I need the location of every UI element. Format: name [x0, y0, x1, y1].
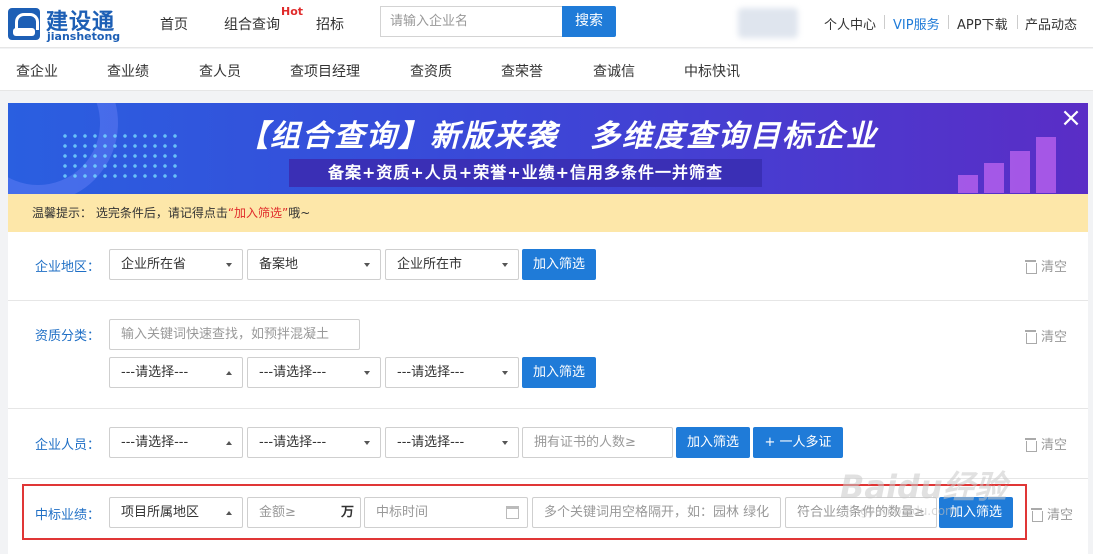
subnav-performance[interactable]: 查业绩: [107, 61, 149, 81]
qualification-select-3-value: ---请选择---: [397, 365, 465, 380]
clear-label: 清空: [1047, 508, 1074, 523]
watermark-url: jingyan.baidu.com: [846, 504, 957, 518]
logo-icon: [8, 8, 40, 40]
chevron-up-icon: [226, 441, 232, 445]
chevron-down-icon: [364, 441, 370, 445]
top-header: 建设通 jianshetong 首页 组合查询 Hot 招标 请输入企业名 搜索…: [0, 0, 1093, 48]
certificate-count-input[interactable]: 拥有证书的人数≥: [522, 427, 673, 458]
watermark: Baidu经验: [840, 468, 1007, 506]
city-select[interactable]: 企业所在市: [385, 249, 519, 280]
link-app-download[interactable]: APP下载: [957, 14, 1008, 33]
qualification-select-3[interactable]: ---请选择---: [385, 357, 519, 388]
province-select[interactable]: 企业所在省: [109, 249, 243, 280]
personnel-select-1-value: ---请选择---: [121, 435, 189, 450]
clear-label: 清空: [1041, 330, 1068, 345]
link-product-news[interactable]: 产品动态: [1025, 14, 1077, 33]
multi-certificate-button[interactable]: + 一人多证: [753, 427, 843, 458]
nav-bidding[interactable]: 招标: [316, 14, 344, 34]
personnel-select-3-value: ---请选择---: [397, 435, 465, 450]
decorative-bars: [958, 133, 1068, 193]
divider: [948, 15, 949, 29]
chevron-down-icon: [502, 441, 508, 445]
add-filter-button[interactable]: 加入筛选: [522, 357, 596, 388]
decorative-bar: [1036, 137, 1056, 193]
qualification-select-2-value: ---请选择---: [259, 365, 327, 380]
secondary-nav: 查企业 查业绩 查人员 查项目经理 查资质 查荣誉 查诚信 中标快讯: [0, 49, 1093, 91]
city-select-value: 企业所在市: [397, 257, 463, 272]
link-vip-service[interactable]: VIP服务: [893, 14, 940, 33]
banner-title: 【组合查询】新版来袭 多维度查询目标企业: [238, 119, 878, 154]
close-icon[interactable]: ×: [1059, 105, 1083, 131]
province-select-value: 企业所在省: [121, 257, 187, 272]
trash-icon: [1025, 330, 1037, 344]
decorative-dots: [60, 131, 180, 179]
add-filter-button[interactable]: 加入筛选: [522, 249, 596, 280]
qualification-label: 资质分类：: [35, 329, 101, 344]
chevron-down-icon: [364, 263, 370, 267]
clear-label: 清空: [1041, 438, 1068, 453]
region-label: 企业地区：: [35, 260, 101, 275]
decorative-bar: [958, 175, 978, 193]
promo-banner[interactable]: 【组合查询】新版来袭 多维度查询目标企业 备案+资质+人员+荣誉+业绩+信用多条…: [8, 103, 1088, 194]
subnav-credit[interactable]: 查诚信: [593, 61, 635, 81]
registration-select-value: 备案地: [259, 257, 299, 272]
subnav-honors[interactable]: 查荣誉: [501, 61, 543, 81]
qualification-select-1[interactable]: ---请选择---: [109, 357, 243, 388]
subnav-companies[interactable]: 查企业: [16, 61, 58, 81]
personnel-select-1[interactable]: ---请选择---: [109, 427, 243, 458]
user-avatar[interactable]: [738, 8, 798, 38]
chevron-down-icon: [226, 263, 232, 267]
clear-button[interactable]: 清空: [1031, 504, 1073, 523]
trash-icon: [1025, 260, 1037, 274]
row-divider: [8, 408, 1088, 409]
clear-label: 清空: [1041, 260, 1068, 275]
site-logo[interactable]: 建设通 jianshetong: [8, 6, 132, 43]
personnel-select-2[interactable]: ---请选择---: [247, 427, 381, 458]
tip-text: 温馨提示： 选完条件后，请记得点击: [32, 206, 228, 220]
subnav-project-managers[interactable]: 查项目经理: [290, 61, 360, 81]
personnel-label: 企业人员：: [35, 438, 101, 453]
registration-select[interactable]: 备案地: [247, 249, 381, 280]
nav-home[interactable]: 首页: [160, 14, 188, 34]
chevron-up-icon: [226, 371, 232, 375]
link-personal-center[interactable]: 个人中心: [824, 14, 876, 33]
hot-badge: Hot: [281, 5, 304, 18]
clear-button[interactable]: 清空: [1025, 434, 1067, 453]
divider: [1017, 15, 1018, 29]
personnel-select-3[interactable]: ---请选择---: [385, 427, 519, 458]
nav-combined-search[interactable]: 组合查询: [224, 14, 280, 34]
chevron-down-icon: [502, 371, 508, 375]
clear-button[interactable]: 清空: [1025, 256, 1067, 275]
decorative-bar: [984, 163, 1004, 193]
subnav-bid-news[interactable]: 中标快讯: [684, 61, 740, 81]
personnel-select-2-value: ---请选择---: [259, 435, 327, 450]
logo-subtext: jianshetong: [47, 30, 121, 43]
chevron-down-icon: [502, 263, 508, 267]
add-filter-button[interactable]: 加入筛选: [676, 427, 750, 458]
search-button[interactable]: 搜索: [562, 6, 616, 37]
divider: [884, 15, 885, 29]
qualification-search-input[interactable]: 输入关键词快速查找，如预拌混凝土: [109, 319, 360, 350]
trash-icon: [1025, 438, 1037, 452]
subnav-personnel[interactable]: 查人员: [199, 61, 241, 81]
subnav-qualifications[interactable]: 查资质: [410, 61, 452, 81]
row-divider: [8, 300, 1088, 301]
banner-subtitle: 备案+资质+人员+荣誉+业绩+信用多条件一并筛查: [289, 159, 762, 187]
decorative-bar: [1010, 151, 1030, 193]
clear-button[interactable]: 清空: [1025, 326, 1067, 345]
tip-suffix: 哦~: [288, 206, 311, 220]
qualification-select-2[interactable]: ---请选择---: [247, 357, 381, 388]
trash-icon: [1031, 508, 1043, 522]
company-search-input[interactable]: 请输入企业名: [380, 6, 562, 37]
tip-highlight: “加入筛选”: [227, 206, 289, 220]
qualification-select-1-value: ---请选择---: [121, 365, 189, 380]
chevron-down-icon: [364, 371, 370, 375]
tip-bar: 温馨提示： 选完条件后，请记得点击“加入筛选”哦~: [8, 194, 1088, 232]
